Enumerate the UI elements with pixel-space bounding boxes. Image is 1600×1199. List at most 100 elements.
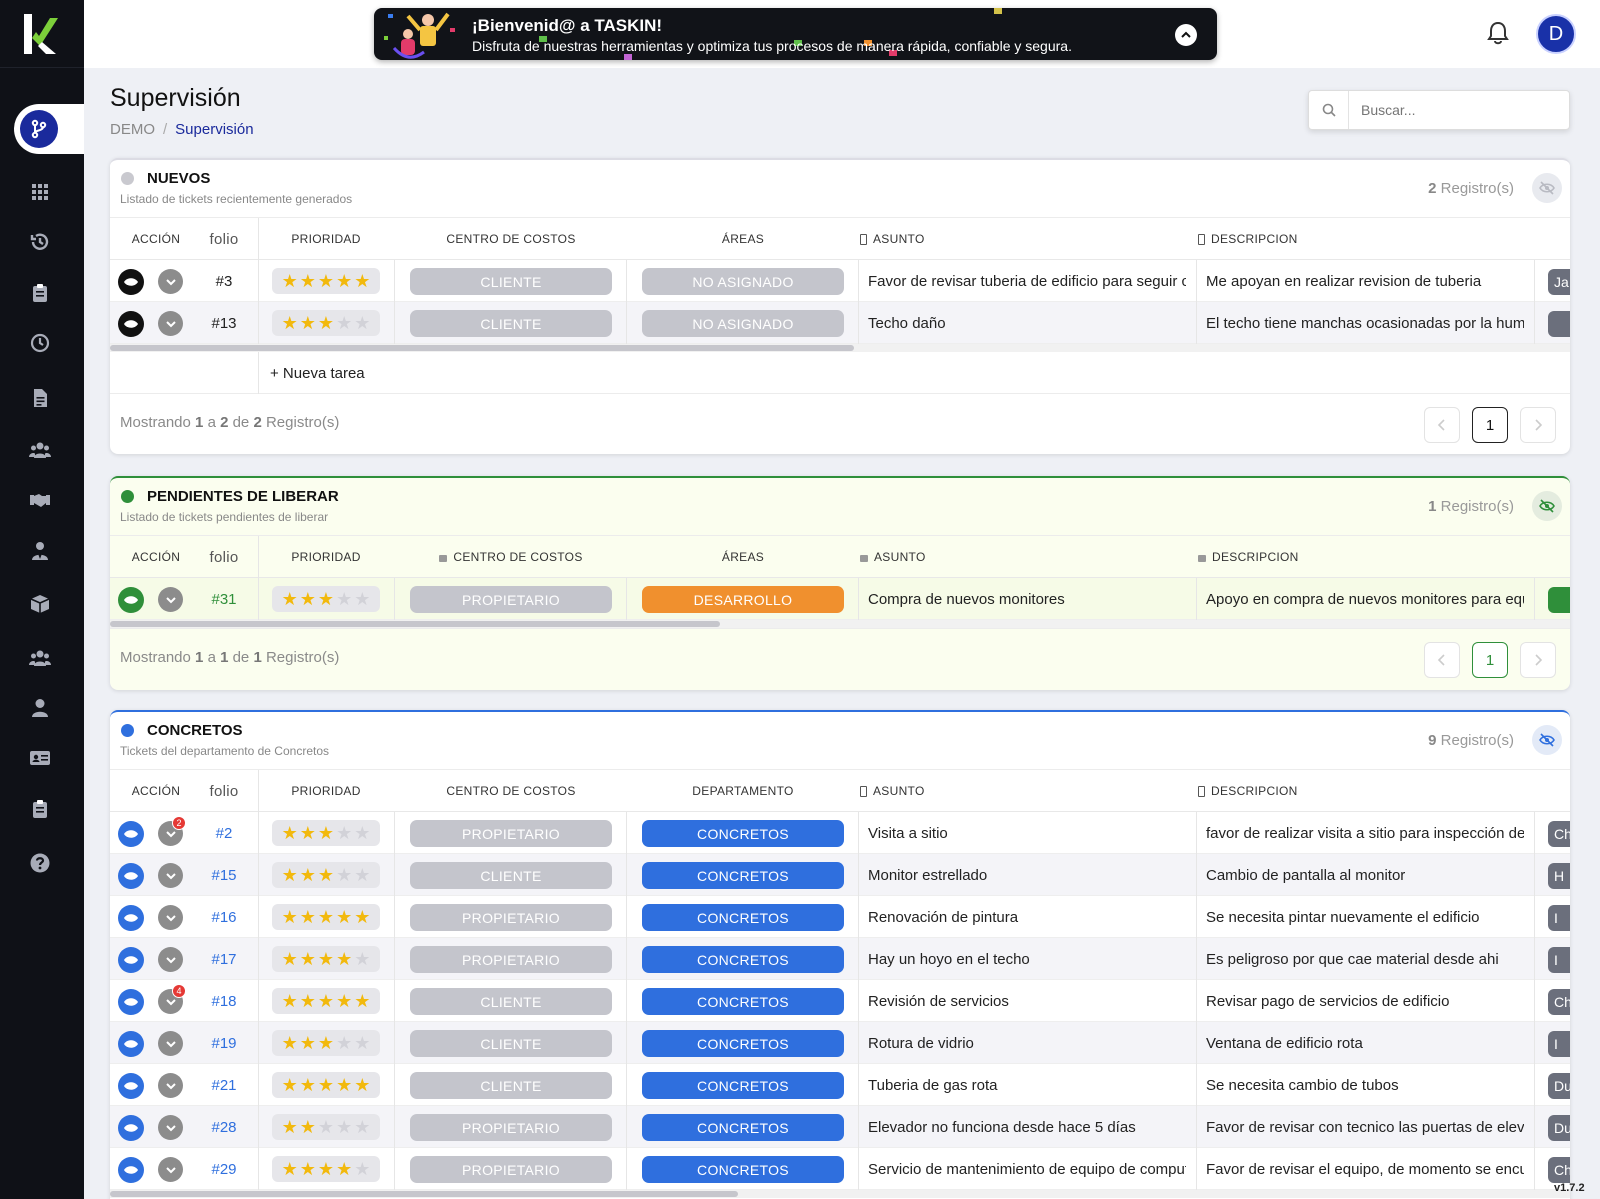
- view-ticket-button[interactable]: [118, 989, 144, 1015]
- star-icon[interactable]: ★: [318, 271, 334, 292]
- cost-center-pill[interactable]: CLIENTE: [410, 988, 612, 1015]
- star-icon[interactable]: ★: [336, 313, 352, 334]
- view-ticket-button[interactable]: [118, 1115, 144, 1141]
- star-icon[interactable]: ★: [336, 865, 352, 886]
- area-pill[interactable]: NO ASIGNADO: [642, 268, 844, 295]
- star-icon[interactable]: ★: [282, 271, 298, 292]
- assignee-tag[interactable]: Ja: [1548, 269, 1570, 295]
- horizontal-scrollbar[interactable]: [110, 620, 1570, 628]
- star-icon[interactable]: ★: [282, 907, 298, 928]
- area-pill[interactable]: CONCRETOS: [642, 862, 844, 889]
- star-icon[interactable]: ★: [336, 1117, 352, 1138]
- expand-row-button[interactable]: [158, 269, 183, 294]
- star-icon[interactable]: ★: [318, 865, 334, 886]
- expand-row-button[interactable]: [158, 1115, 183, 1140]
- star-icon[interactable]: ★: [300, 313, 316, 334]
- star-icon[interactable]: ★: [336, 1075, 352, 1096]
- star-icon[interactable]: ★: [336, 1033, 352, 1054]
- ticket-folio[interactable]: #29: [200, 1148, 248, 1190]
- star-icon[interactable]: ★: [318, 313, 334, 334]
- help-icon[interactable]: [22, 848, 58, 878]
- new-task-button[interactable]: + Nueva tarea: [270, 365, 365, 382]
- cost-center-pill[interactable]: CLIENTE: [410, 310, 612, 337]
- area-pill[interactable]: CONCRETOS: [642, 1114, 844, 1141]
- area-pill[interactable]: CONCRETOS: [642, 946, 844, 973]
- expand-row-button[interactable]: [158, 1073, 183, 1098]
- collapse-banner-button[interactable]: [1175, 24, 1197, 46]
- search-input[interactable]: [1349, 91, 1569, 129]
- star-icon[interactable]: ★: [336, 907, 352, 928]
- clock-icon[interactable]: [22, 328, 58, 358]
- document-icon[interactable]: [22, 383, 58, 413]
- priority-stars[interactable]: ★ ★ ★ ★ ★: [272, 862, 380, 888]
- priority-stars[interactable]: ★ ★ ★ ★ ★: [272, 1030, 380, 1056]
- cost-center-pill[interactable]: CLIENTE: [410, 1030, 612, 1057]
- view-ticket-button[interactable]: [118, 905, 144, 931]
- assignee-tag[interactable]: H: [1548, 863, 1570, 889]
- ticket-folio[interactable]: #18: [200, 980, 248, 1022]
- expand-row-button[interactable]: [158, 863, 183, 888]
- ticket-folio[interactable]: #21: [200, 1064, 248, 1106]
- star-icon[interactable]: ★: [300, 1075, 316, 1096]
- assignee-tag[interactable]: I: [1548, 1031, 1570, 1057]
- cost-center-pill[interactable]: CLIENTE: [410, 268, 612, 295]
- view-ticket-button[interactable]: [118, 1157, 144, 1183]
- star-icon[interactable]: ★: [282, 313, 298, 334]
- clipboard-icon[interactable]: [22, 278, 58, 308]
- priority-stars[interactable]: ★ ★ ★ ★ ★: [272, 946, 380, 972]
- star-icon[interactable]: ★: [336, 949, 352, 970]
- cost-center-pill[interactable]: PROPIETARIO: [410, 1114, 612, 1141]
- star-icon[interactable]: ★: [336, 991, 352, 1012]
- assignee-tag[interactable]: Ch: [1548, 821, 1570, 847]
- star-icon[interactable]: ★: [282, 1159, 298, 1180]
- horizontal-scrollbar[interactable]: [110, 1190, 1570, 1198]
- view-ticket-button[interactable]: [118, 311, 144, 337]
- assignee-tag[interactable]: Du: [1548, 1115, 1570, 1141]
- ticket-folio[interactable]: #16: [200, 896, 248, 938]
- area-pill[interactable]: CONCRETOS: [642, 904, 844, 931]
- table-row[interactable]: #31 ★ ★ ★ ★ ★ PROPIETARIO DESARROLLO Compra de n…: [110, 578, 1570, 620]
- expand-row-button[interactable]: [158, 1031, 183, 1056]
- scrollbar-thumb[interactable]: [110, 621, 720, 627]
- ticket-folio[interactable]: #2: [200, 812, 248, 854]
- priority-stars[interactable]: ★ ★ ★ ★ ★: [272, 1156, 380, 1182]
- star-icon[interactable]: ★: [282, 865, 298, 886]
- star-icon[interactable]: ★: [282, 1117, 298, 1138]
- star-icon[interactable]: ★: [354, 949, 370, 970]
- table-row[interactable]: #15 ★ ★ ★ ★ ★ CLIENTE CONCRETOS Monitor estrella…: [110, 854, 1570, 896]
- star-icon[interactable]: ★: [318, 823, 334, 844]
- prev-page-button[interactable]: [1424, 407, 1460, 443]
- star-icon[interactable]: ★: [354, 865, 370, 886]
- ticket-folio[interactable]: #3: [200, 260, 248, 302]
- view-ticket-button[interactable]: [118, 1073, 144, 1099]
- star-icon[interactable]: ★: [300, 1159, 316, 1180]
- toggle-visibility-button[interactable]: [1532, 491, 1562, 521]
- star-icon[interactable]: ★: [354, 823, 370, 844]
- table-row[interactable]: #13 ★ ★ ★ ★ ★ CLIENTE NO ASIGNADO Techo daño El t…: [110, 302, 1570, 344]
- cost-center-pill[interactable]: PROPIETARIO: [410, 1156, 612, 1183]
- table-row[interactable]: 2 #2 ★ ★ ★ ★ ★ PROPIETARIO CONCRETOS Visita a sit…: [110, 812, 1570, 854]
- priority-stars[interactable]: ★ ★ ★ ★ ★: [272, 820, 380, 846]
- view-ticket-button[interactable]: [118, 863, 144, 889]
- star-icon[interactable]: ★: [318, 1117, 334, 1138]
- ticket-folio[interactable]: #28: [200, 1106, 248, 1148]
- table-row[interactable]: #16 ★ ★ ★ ★ ★ PROPIETARIO CONCRETOS Renovación d…: [110, 896, 1570, 938]
- prev-page-button[interactable]: [1424, 642, 1460, 678]
- handshake-icon[interactable]: [22, 485, 58, 515]
- cost-center-pill[interactable]: CLIENTE: [410, 862, 612, 889]
- assignee-tag[interactable]: Ch: [1548, 1157, 1570, 1183]
- table-row[interactable]: #19 ★ ★ ★ ★ ★ CLIENTE CONCRETOS Rotura de vidrio…: [110, 1022, 1570, 1064]
- view-ticket-button[interactable]: [118, 587, 144, 613]
- scrollbar-thumb[interactable]: [110, 1191, 738, 1197]
- user-icon[interactable]: [22, 693, 58, 723]
- star-icon[interactable]: ★: [354, 991, 370, 1012]
- star-icon[interactable]: ★: [354, 271, 370, 292]
- star-icon[interactable]: ★: [282, 1033, 298, 1054]
- star-icon[interactable]: ★: [318, 991, 334, 1012]
- star-icon[interactable]: ★: [354, 313, 370, 334]
- box-icon[interactable]: [22, 589, 58, 619]
- assignee-tag[interactable]: I: [1548, 905, 1570, 931]
- star-icon[interactable]: ★: [282, 949, 298, 970]
- area-pill[interactable]: CONCRETOS: [642, 1156, 844, 1183]
- priority-stars[interactable]: ★ ★ ★ ★ ★: [272, 310, 380, 336]
